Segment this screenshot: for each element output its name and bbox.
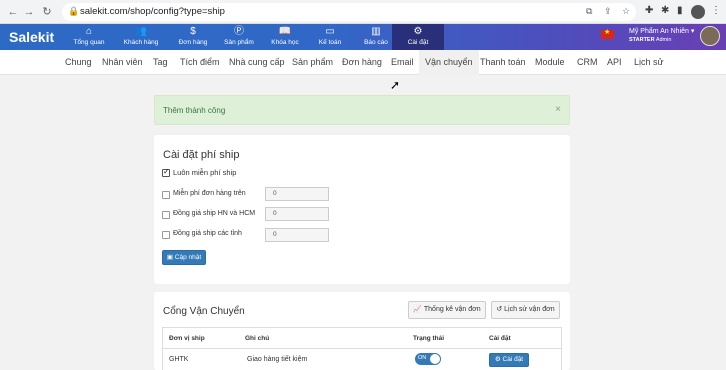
sidebar-icon[interactable]: ▮ (677, 5, 683, 16)
subnav-item[interactable]: Email (391, 50, 414, 75)
free-over-input[interactable]: 0 (265, 187, 329, 201)
column-header: Đơn vị ship (169, 335, 205, 342)
alert-message: Thêm thành công (163, 106, 226, 115)
share-icon[interactable]: ⇪ (604, 6, 612, 17)
mouse-cursor-icon: ➚ (390, 78, 401, 92)
lock-icon: 🔒 (68, 6, 80, 16)
carrier-note: Giao hàng tiết kiệm (247, 356, 308, 363)
panel-title: Cài đặt phí ship (163, 149, 240, 161)
menu-label: Đơn hàng (178, 39, 208, 46)
history-button[interactable]: ↺ Lịch sử vận đơn (491, 301, 560, 319)
carriers-table: Đơn vị ship Ghi chú Trạng thái Cài đặt G… (162, 327, 562, 370)
card-icon: ▭ (325, 26, 335, 37)
column-header: Ghi chú (245, 335, 270, 342)
url-text: salekit.com/shop/config?type=ship (80, 6, 225, 17)
product-icon: Ⓟ (234, 26, 244, 37)
menu-label: Cài đặt (407, 39, 429, 46)
status-toggle[interactable]: ON (415, 353, 441, 365)
puzzle-icon[interactable]: ✱ (661, 5, 669, 16)
translate-icon[interactable]: ⧉ (586, 6, 592, 17)
always-free-label: Luôn miễn phí ship (173, 168, 237, 177)
shop-name[interactable]: Mỹ Phẩm An Nhiên ▾ (629, 27, 694, 35)
subnav-item[interactable]: Đơn hàng (342, 50, 382, 75)
app-header: Salekit ⌂ Tổng quan 👥 Khách hàng $ Đơn hàng Ⓟ S… (0, 24, 726, 50)
free-over-label: Miễn phí đơn hàng trên (173, 190, 246, 197)
divider (163, 348, 561, 349)
menu-item-card[interactable]: ▭ Kế toán (304, 24, 356, 50)
subnav-item[interactable]: API (607, 50, 622, 75)
users-icon: 👥 (134, 26, 148, 37)
flat-provinces-checkbox[interactable] (162, 231, 170, 239)
subnav-item[interactable]: Chung (65, 50, 92, 75)
flat-provinces-input[interactable]: 0 (265, 228, 329, 242)
dollar-icon: $ (190, 26, 196, 37)
subnav-item[interactable]: Lịch sử (634, 50, 664, 75)
bookmark-icon[interactable]: ☆ (622, 6, 630, 17)
subnav-item[interactable]: Nhân viên (102, 50, 143, 75)
menu-label: Tổng quan (73, 39, 105, 46)
success-alert: Thêm thành công × (154, 95, 570, 125)
save-icon: ▣ (166, 254, 173, 261)
column-header: Cài đặt (489, 335, 511, 342)
app-logo[interactable]: Salekit (9, 29, 54, 45)
carriers-title: Cổng Vận Chuyển (163, 306, 245, 317)
shop-plan: STARTER Admin (629, 37, 672, 43)
stats-button[interactable]: 📈 Thống kê vận đơn (408, 301, 486, 319)
menu-label: Sản phẩm (224, 39, 254, 46)
extension-icon[interactable]: ✚ (645, 5, 653, 16)
back-icon[interactable]: ← (6, 4, 20, 20)
close-icon[interactable]: × (555, 104, 561, 115)
subnav-item[interactable]: Nhà cung cấp (229, 50, 285, 75)
gear-icon: ⚙ (494, 356, 501, 363)
menu-label: Kế toán (318, 39, 342, 46)
browser-chrome: ← → ↻ 🔒 salekit.com/shop/config?type=shi… (0, 0, 726, 24)
menu-item-users[interactable]: 👥 Khách hàng (115, 24, 167, 50)
address-bar[interactable]: 🔒 salekit.com/shop/config?type=ship ⧉ ⇪ … (62, 3, 636, 21)
flat-hn-hcm-checkbox[interactable] (162, 211, 170, 219)
avatar[interactable] (700, 26, 720, 46)
vietnam-flag-icon[interactable] (601, 28, 614, 39)
menu-item-home[interactable]: ⌂ Tổng quan (63, 24, 115, 50)
settings-subnav: Chung Nhân viên Tag Tích điểm Nhà cung cấp Sả… (0, 50, 726, 75)
subnav-item[interactable]: CRM (577, 50, 598, 75)
menu-label: Khách hàng (123, 39, 159, 46)
menu-item-gear[interactable]: ⚙ Cài đặt (392, 24, 444, 50)
flat-hn-hcm-label: Đồng giá ship HN và HCM (173, 210, 256, 217)
update-button[interactable]: ▣ Cập nhật (162, 250, 206, 265)
column-header: Trạng thái (413, 335, 445, 342)
carrier-name: GHTK (169, 356, 189, 363)
free-over-checkbox[interactable] (162, 191, 170, 199)
gear-icon: ⚙ (413, 26, 423, 37)
subnav-item[interactable]: Vận chuyển (419, 50, 479, 75)
carriers-panel: Cổng Vận Chuyển 📈 Thống kê vận đơn ↺ Lịc… (154, 292, 570, 370)
flat-provinces-label: Đồng giá ship các tỉnh (173, 230, 242, 237)
forward-icon[interactable]: → (22, 4, 36, 20)
ship-fee-panel: Cài đặt phí ship Luôn miễn phí ship Miễn… (154, 135, 570, 284)
reload-icon[interactable]: ↻ (40, 4, 54, 20)
subnav-item[interactable]: Thanh toán (480, 50, 526, 75)
subnav-item[interactable]: Tag (153, 50, 168, 75)
menu-item-dollar[interactable]: $ Đơn hàng (167, 24, 219, 50)
home-icon: ⌂ (85, 26, 93, 37)
chart-icon: 📈 (413, 306, 423, 313)
history-icon: ↺ (496, 306, 503, 313)
subnav-item[interactable]: Sản phẩm (292, 50, 333, 75)
flat-hn-hcm-input[interactable]: 0 (265, 207, 329, 221)
carrier-settings-button[interactable]: ⚙ Cài đặt (489, 353, 529, 367)
menu-item-product[interactable]: Ⓟ Sản phẩm (213, 24, 265, 50)
always-free-checkbox[interactable] (162, 167, 170, 177)
profile-icon[interactable] (691, 5, 705, 19)
subnav-item[interactable]: Tích điểm (180, 50, 220, 75)
more-icon[interactable]: ⋮ (711, 5, 721, 16)
subnav-item[interactable]: Module (535, 50, 565, 75)
